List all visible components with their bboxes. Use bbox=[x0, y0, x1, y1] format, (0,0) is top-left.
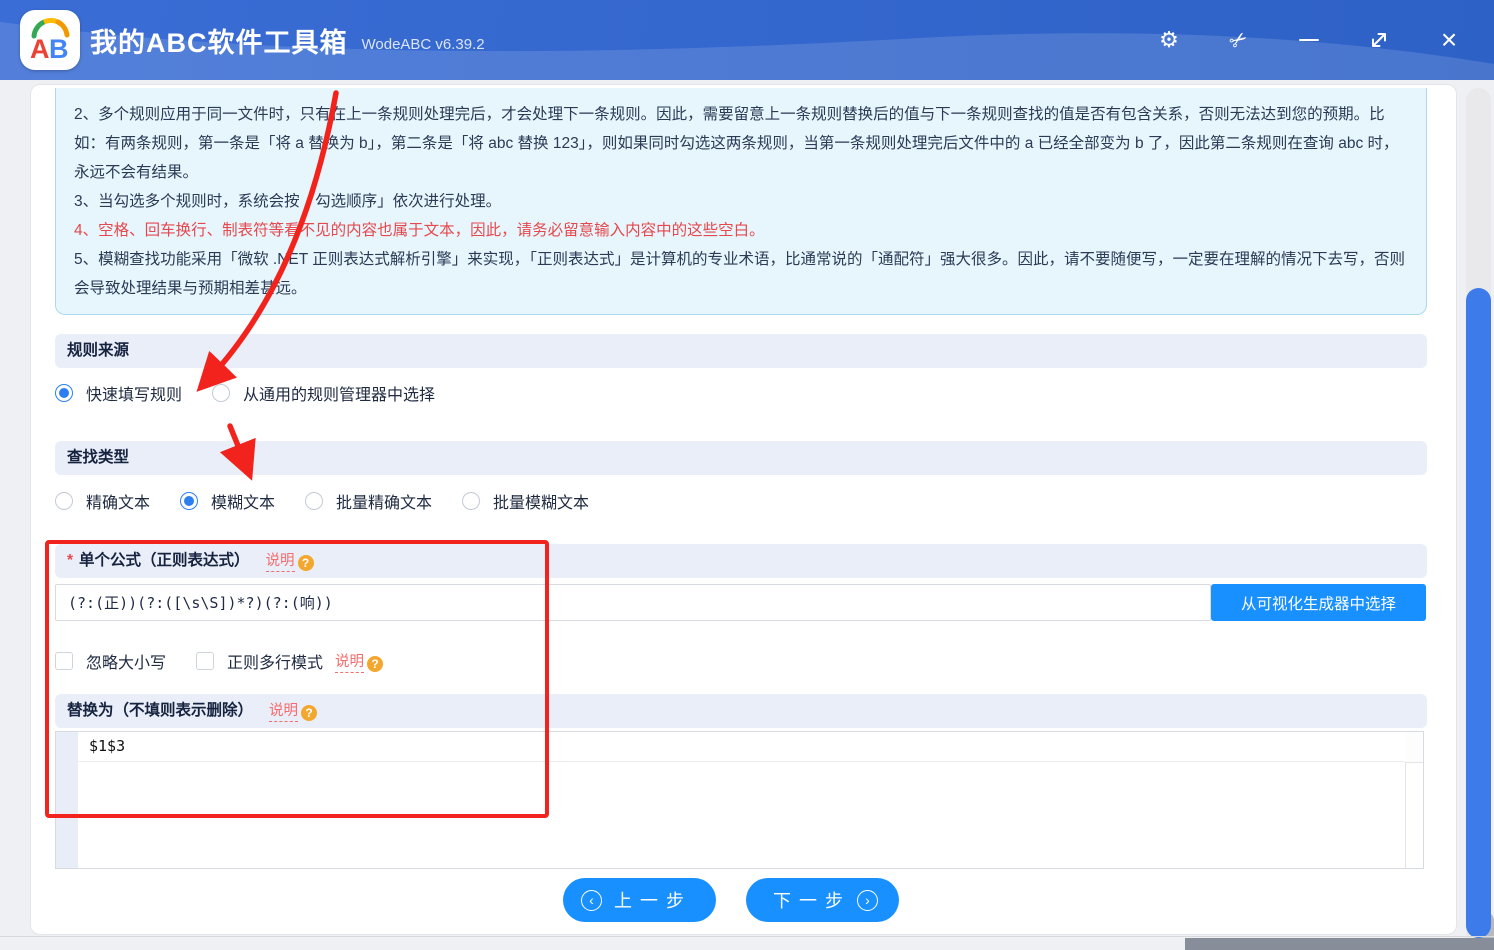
previous-step-label: 上一步 bbox=[614, 887, 692, 913]
radio-quick-fill-rule[interactable]: 快速填写规则 bbox=[55, 381, 182, 405]
svg-text:A: A bbox=[30, 34, 50, 64]
gear-icon: ⚙ bbox=[1159, 27, 1179, 53]
settings-button[interactable]: ⚙ bbox=[1134, 17, 1204, 63]
formula-title: 单个公式（正则表达式） bbox=[79, 544, 250, 578]
note-item-4: 4、空格、回车换行、制表符等看不见的内容也属于文本，因此，请务必留意输入内容中的… bbox=[74, 216, 1408, 245]
close-icon: × bbox=[1441, 26, 1457, 54]
find-type-title: 查找类型 bbox=[67, 441, 129, 475]
radio-icon bbox=[55, 492, 73, 510]
textarea-line-divider bbox=[78, 761, 1405, 762]
resize-button[interactable] bbox=[1344, 17, 1414, 63]
scissors-icon: ✂ bbox=[1225, 25, 1254, 56]
next-step-label: 下一步 bbox=[773, 887, 851, 913]
visual-generator-picker-button[interactable]: 从可视化生成器中选择 bbox=[1211, 584, 1426, 621]
app-title: 我的ABC软件工具箱 bbox=[90, 21, 348, 60]
minimize-icon bbox=[1299, 39, 1319, 41]
radio-icon bbox=[180, 492, 198, 510]
note-item-5: 5、模糊查找功能采用「微软 .NET 正则表达式解析引擎」来实现，「正则表达式」… bbox=[74, 245, 1408, 303]
replace-title: 替换为（不填则表示删除） bbox=[67, 694, 253, 728]
textarea-scrollbar[interactable] bbox=[1405, 732, 1423, 868]
checkbox-label: 忽略大小写 bbox=[86, 649, 166, 673]
note-item-2: 2、多个规则应用于同一文件时，只有在上一条规则处理完后，才会处理下一条规则。因此… bbox=[74, 100, 1408, 187]
rule-source-header: 规则来源 bbox=[55, 334, 1427, 368]
formula-help-link[interactable]: 说明 bbox=[266, 553, 295, 572]
radio-batch-fuzzy-text[interactable]: 批量模糊文本 bbox=[462, 489, 589, 513]
app-window: A B 我的ABC软件工具箱 WodeABC v6.39.2 ⚙ ✂ bbox=[0, 0, 1494, 950]
screenshot-cut-button[interactable]: ✂ bbox=[1204, 17, 1274, 63]
regex-formula-input[interactable] bbox=[55, 584, 1211, 621]
radio-icon bbox=[55, 384, 73, 402]
replace-help-link[interactable]: 说明 bbox=[269, 703, 298, 722]
resize-icon bbox=[1369, 30, 1389, 50]
checkbox-ignore-case[interactable]: 忽略大小写 bbox=[55, 649, 166, 673]
titlebar: A B 我的ABC软件工具箱 WodeABC v6.39.2 ⚙ ✂ bbox=[0, 0, 1494, 80]
question-icon[interactable]: ? bbox=[367, 656, 383, 672]
checkbox-icon bbox=[196, 652, 214, 670]
radio-label: 批量模糊文本 bbox=[493, 489, 589, 513]
textarea-scroll-thumb[interactable] bbox=[1405, 732, 1423, 763]
required-asterisk: * bbox=[67, 544, 73, 578]
question-icon[interactable]: ? bbox=[298, 555, 314, 571]
page-scrollbar-thumb[interactable] bbox=[1466, 288, 1491, 938]
instructions-panel: 2、多个规则应用于同一文件时，只有在上一条规则处理完后，才会处理下一条规则。因此… bbox=[55, 88, 1427, 315]
rule-source-title: 规则来源 bbox=[67, 334, 129, 368]
next-step-button[interactable]: 下一步 › bbox=[746, 878, 899, 922]
radio-label: 从通用的规则管理器中选择 bbox=[243, 381, 435, 405]
chevron-right-icon: › bbox=[857, 890, 878, 911]
radio-label: 模糊文本 bbox=[211, 489, 275, 513]
radio-fuzzy-text[interactable]: 模糊文本 bbox=[180, 489, 275, 513]
radio-icon bbox=[212, 384, 230, 402]
replace-header: 替换为（不填则表示删除） 说明? bbox=[55, 694, 1427, 728]
background-window-edge bbox=[1185, 938, 1494, 950]
checkbox-regex-multiline[interactable]: 正则多行模式 bbox=[196, 649, 323, 673]
multiline-help-link[interactable]: 说明 bbox=[335, 654, 364, 673]
textarea-gutter bbox=[56, 732, 78, 868]
radio-icon bbox=[305, 492, 323, 510]
note-item-3: 3、当勾选多个规则时，系统会按「勾选顺序」依次进行处理。 bbox=[74, 187, 1408, 216]
radio-icon bbox=[462, 492, 480, 510]
chevron-left-icon: ‹ bbox=[581, 890, 602, 911]
app-logo: A B bbox=[20, 10, 80, 70]
svg-text:B: B bbox=[49, 34, 69, 64]
radio-label: 批量精确文本 bbox=[336, 489, 432, 513]
radio-exact-text[interactable]: 精确文本 bbox=[55, 489, 150, 513]
app-version: WodeABC v6.39.2 bbox=[362, 36, 485, 53]
replace-value: $1$3 bbox=[89, 737, 125, 755]
minimize-button[interactable] bbox=[1274, 17, 1344, 63]
formula-header: * 单个公式（正则表达式） 说明? bbox=[55, 544, 1427, 578]
radio-from-rule-manager[interactable]: 从通用的规则管理器中选择 bbox=[212, 381, 435, 405]
previous-step-button[interactable]: ‹ 上一步 bbox=[563, 878, 716, 922]
find-type-header: 查找类型 bbox=[55, 441, 1427, 475]
checkbox-icon bbox=[55, 652, 73, 670]
abc-logo-icon: A B bbox=[26, 16, 74, 64]
question-icon[interactable]: ? bbox=[301, 705, 317, 721]
close-button[interactable]: × bbox=[1414, 17, 1484, 63]
radio-batch-exact-text[interactable]: 批量精确文本 bbox=[305, 489, 432, 513]
checkbox-label: 正则多行模式 bbox=[227, 649, 323, 673]
bottom-divider bbox=[0, 936, 1494, 937]
replace-textarea[interactable]: $1$3 bbox=[55, 731, 1424, 869]
radio-label: 精确文本 bbox=[86, 489, 150, 513]
radio-label: 快速填写规则 bbox=[86, 381, 182, 405]
